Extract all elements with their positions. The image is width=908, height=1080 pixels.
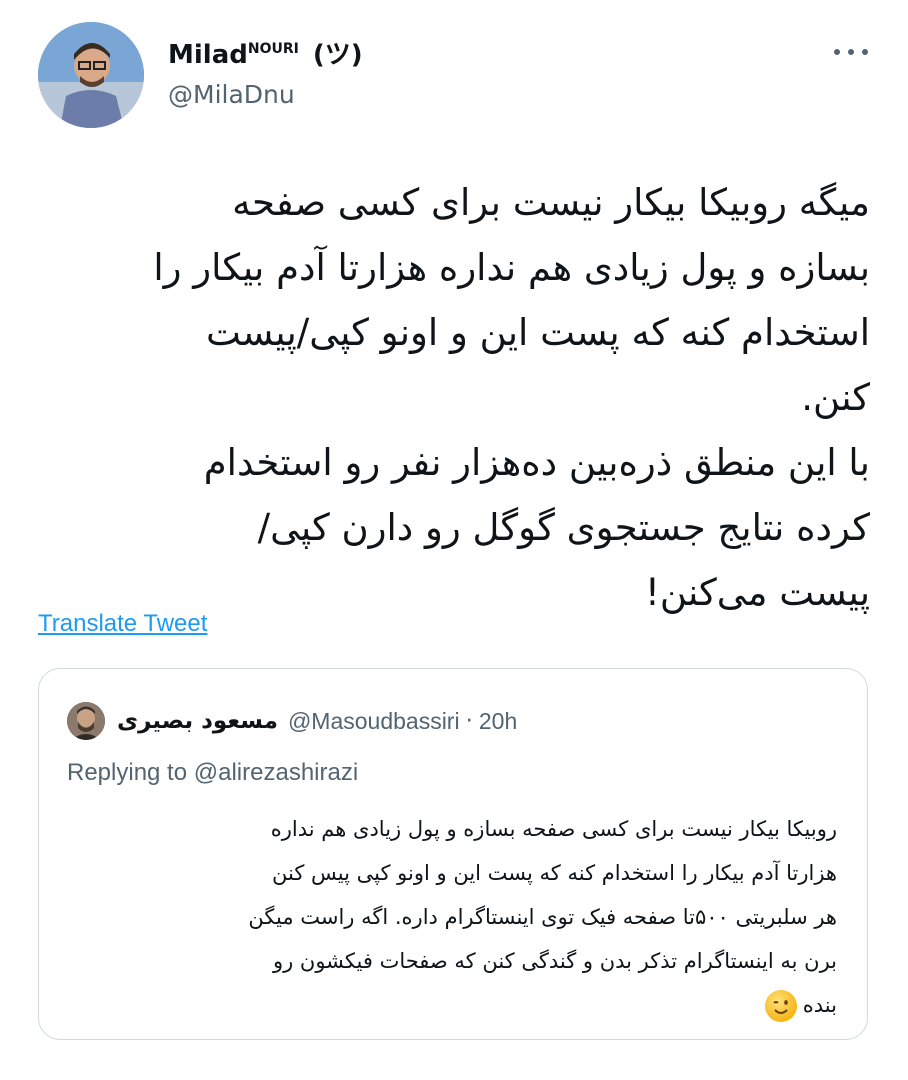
author-name-text: Milad bbox=[168, 40, 248, 70]
tweet-line: کنن. bbox=[801, 376, 870, 419]
more-options-icon[interactable] bbox=[834, 42, 868, 62]
quote-line: هر سلبریتی ۵۰۰تا صفحه فیک توی اینستاگرام… bbox=[248, 905, 837, 929]
translate-tweet-link[interactable]: Translate Tweet bbox=[38, 610, 207, 638]
author-name-sup: NOURI bbox=[247, 41, 299, 57]
winking-face-icon bbox=[764, 990, 797, 1022]
quoted-tweet-header: مسعود بصیری @Masoudbassiri · 20h bbox=[67, 701, 517, 741]
quoted-author-avatar[interactable] bbox=[67, 702, 105, 740]
author-handle[interactable]: @MilaDnu bbox=[168, 80, 295, 109]
quoted-tweet-time[interactable]: 20h bbox=[479, 708, 517, 735]
tweet-line: با این منطق ذره‌بین ده‌هزار نفر رو استخد… bbox=[203, 441, 870, 484]
tweet-text: میگه روبیکا بیکار نیست برای کسی صفحه بسا… bbox=[38, 170, 870, 625]
quote-line: هزارتا آدم بیکار را استخدام کنه که پست ا… bbox=[272, 861, 837, 885]
quoted-author-handle[interactable]: @Masoudbassiri bbox=[288, 708, 460, 735]
author-name[interactable]: MiladNOURI (ツ) bbox=[168, 34, 363, 71]
more-dot bbox=[848, 49, 854, 55]
more-dot bbox=[862, 49, 868, 55]
author-name-suffix: (ツ) bbox=[312, 40, 363, 70]
replying-mention[interactable]: @alirezashirazi bbox=[194, 759, 358, 786]
quoted-author-name[interactable]: مسعود بصیری bbox=[117, 708, 278, 734]
quote-line-text: بنده bbox=[802, 993, 837, 1017]
quote-line: روبیکا بیکار نیست برای کسی صفحه بسازه و … bbox=[270, 817, 837, 841]
quote-line: برن به اینستاگرام تذکر بدن و گندگی کنن ک… bbox=[272, 949, 837, 973]
tweet-line: بسازه و پول زیادی هم نداره هزارتا آدم بی… bbox=[153, 246, 870, 289]
more-dot bbox=[834, 49, 840, 55]
author-avatar[interactable] bbox=[38, 22, 144, 128]
replying-prefix: Replying to bbox=[67, 759, 188, 786]
tweet-line: میگه روبیکا بیکار نیست برای کسی صفحه bbox=[232, 181, 870, 224]
quoted-tweet-card[interactable]: مسعود بصیری @Masoudbassiri · 20h Replyin… bbox=[38, 668, 868, 1040]
tweet-line: کرده نتایج جستجوی گوگل رو دارن کپی/ bbox=[257, 506, 870, 549]
tweet-line: استخدام کنه که پست این و اونو کپی/پیست bbox=[205, 311, 870, 354]
replying-to: Replying to @alirezashirazi bbox=[67, 759, 358, 787]
separator-dot: · bbox=[465, 708, 473, 734]
quote-line-last: بنده bbox=[67, 983, 837, 1027]
quoted-tweet-text: روبیکا بیکار نیست برای کسی صفحه بسازه و … bbox=[67, 807, 837, 1027]
